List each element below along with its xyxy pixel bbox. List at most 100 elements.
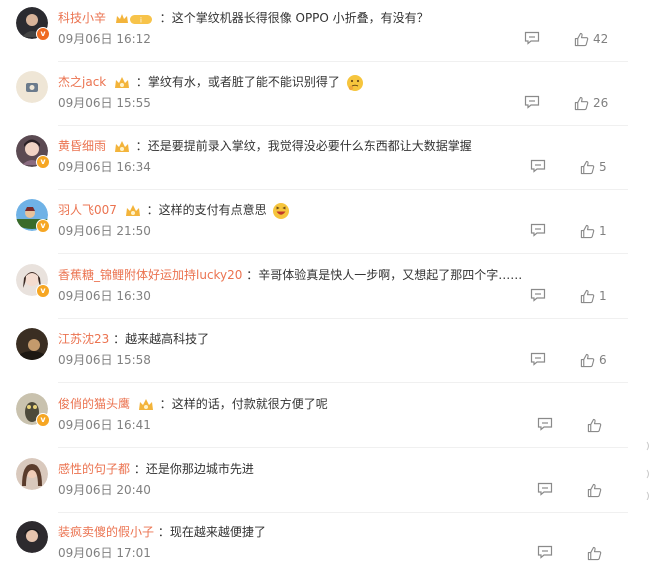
comment-time: 09月06日 15:58	[58, 353, 151, 367]
thumb-up-icon	[580, 353, 595, 367]
avatar[interactable]: v	[16, 135, 50, 169]
avatar[interactable]	[16, 71, 48, 103]
comment-text: 这样的支付有点意思	[158, 203, 267, 217]
comment-time: 09月06日 16:30	[58, 289, 151, 303]
username-link[interactable]: 羽人飞007	[58, 203, 117, 217]
thumb-up-icon	[587, 418, 602, 432]
comment-text: 这个掌纹机器长得很像 OPPO 小折叠，有没有？	[171, 11, 429, 25]
comment-item: 杰之jack ：掌纹有水，或者脏了能不能识别得了 09月06日 15:55 26	[0, 64, 628, 128]
thumb-up-icon	[574, 96, 589, 110]
comment-line: 杰之jack ：掌纹有水，或者脏了能不能识别得了	[58, 73, 364, 91]
comment-icon[interactable]	[530, 159, 546, 173]
thumb-up-icon	[574, 32, 589, 46]
colon: ：	[135, 75, 148, 89]
colon: ：	[159, 11, 172, 25]
comment-item: 感性的句子都 ：还是你那边城市先进 09月06日 20:40	[0, 451, 628, 515]
crown-badge-icon[interactable]	[114, 140, 130, 154]
like-count: 1	[599, 289, 607, 303]
comment-icon[interactable]	[530, 223, 546, 237]
comment-line: 俊俏的猫头鹰 ：这样的话，付款就很方便了呢	[58, 395, 328, 413]
comment-time: 09月06日 16:12	[58, 32, 151, 46]
like-button[interactable]: 42	[574, 30, 608, 48]
avatar[interactable]: v	[16, 7, 50, 41]
avatar[interactable]	[16, 458, 48, 490]
avatar[interactable]: v	[16, 264, 50, 298]
comment-time: 09月06日 21:50	[58, 224, 151, 238]
comment-time: 09月06日 16:34	[58, 160, 151, 174]
comment-line: 羽人飞007 ：这样的支付有点意思	[58, 201, 290, 219]
avatar-image	[16, 328, 48, 360]
like-button[interactable]: 1	[580, 222, 607, 240]
username-link[interactable]: 科技小辛	[58, 11, 106, 25]
like-button[interactable]	[587, 481, 606, 499]
comment-item: v 黄昏细雨 ：还是要提前录入掌纹，我觉得没必要什么东西都让大数据掌握 09月0…	[0, 128, 628, 192]
avatar-image	[16, 521, 48, 553]
like-button[interactable]	[587, 416, 606, 434]
avatar[interactable]	[16, 521, 48, 553]
vip-crown-badge-icon[interactable]: i	[114, 12, 154, 26]
username-link[interactable]: 杰之jack	[58, 75, 106, 89]
like-button[interactable]: 5	[580, 158, 607, 176]
comment-icon[interactable]	[537, 545, 553, 559]
comment-icon[interactable]	[524, 31, 540, 45]
like-count: 1	[599, 224, 607, 238]
like-button[interactable]: 26	[574, 94, 608, 112]
side-panel-edge	[646, 441, 649, 500]
crown-badge-icon[interactable]	[138, 398, 154, 412]
comment-item: v 羽人飞007 ：这样的支付有点意思 09月06日 21:50 1	[0, 192, 628, 256]
like-button[interactable]	[587, 544, 606, 562]
avatar-image	[16, 71, 48, 103]
crown-badge-icon[interactable]	[114, 76, 130, 90]
username-link[interactable]: 黄昏细雨	[58, 139, 106, 153]
username-link[interactable]: 俊俏的猫头鹰	[58, 397, 130, 411]
comment-icon[interactable]	[537, 482, 553, 496]
comment-time: 09月06日 20:40	[58, 483, 151, 497]
like-count: 26	[593, 96, 609, 110]
comment-icon[interactable]	[530, 352, 546, 366]
thinking-emoji-icon	[346, 74, 363, 91]
comment-icon[interactable]	[524, 95, 540, 109]
comment-text: 这样的话，付款就很方便了呢	[171, 397, 328, 411]
colon: ：	[113, 332, 126, 346]
like-button[interactable]: 1	[580, 287, 607, 305]
like-button[interactable]: 6	[580, 351, 607, 369]
avatar[interactable]	[16, 328, 48, 360]
thumb-up-icon	[580, 224, 595, 238]
thumb-up-icon	[580, 289, 595, 303]
svg-text:i: i	[140, 16, 142, 24]
avatar[interactable]: v	[16, 199, 50, 233]
verified-badge-icon: v	[36, 284, 50, 298]
laughing-emoji-icon	[273, 202, 290, 219]
crown-badge-icon[interactable]	[125, 204, 141, 218]
verified-badge-icon: v	[36, 27, 50, 41]
comment-icon[interactable]	[530, 288, 546, 302]
username-link[interactable]: 香蕉糖_锦鲤附体好运加持lucky20	[58, 268, 242, 282]
username-link[interactable]: 感性的句子都	[58, 462, 130, 476]
comment-time: 09月06日 17:01	[58, 546, 151, 560]
colon: ：	[159, 397, 172, 411]
avatar-image	[16, 458, 48, 490]
username-link[interactable]: 装疯卖傻的假小子	[58, 525, 154, 539]
like-count: 42	[593, 32, 609, 46]
comment-text: 掌纹有水，或者脏了能不能识别得了	[147, 75, 340, 89]
colon: ：	[157, 525, 170, 539]
comment-item: v 香蕉糖_锦鲤附体好运加持lucky20 ：辛哥体验真是快人一步啊，又想起了那…	[0, 257, 628, 321]
like-count: 5	[599, 160, 607, 174]
comment-line: 感性的句子都 ：还是你那边城市先进	[58, 460, 254, 478]
comment-text: 辛哥体验真是快人一步啊，又想起了那四个字……	[258, 268, 523, 282]
avatar[interactable]: v	[16, 393, 50, 427]
verified-badge-icon: v	[36, 155, 50, 169]
username-link[interactable]: 江苏沈23	[58, 332, 109, 346]
comment-item: v 科技小辛 i ：这个掌纹机器长得很像 OPPO 小折叠，有没有？ 09月06…	[0, 0, 628, 64]
comment-text: 现在越来越便捷了	[169, 525, 266, 539]
comment-line: 黄昏细雨 ：还是要提前录入掌纹，我觉得没必要什么东西都让大数据掌握	[58, 137, 472, 155]
verified-badge-icon: v	[36, 413, 50, 427]
comment-item: v 俊俏的猫头鹰 ：这样的话，付款就很方便了呢 09月06日 16:41	[0, 386, 628, 450]
thumb-up-icon	[587, 483, 602, 497]
colon: ：	[246, 268, 259, 282]
comment-time: 09月06日 16:41	[58, 418, 151, 432]
colon: ：	[133, 462, 146, 476]
verified-badge-icon: v	[36, 219, 50, 233]
comment-line: 香蕉糖_锦鲤附体好运加持lucky20 ：辛哥体验真是快人一步啊，又想起了那四个…	[58, 266, 522, 284]
comment-icon[interactable]	[537, 417, 553, 431]
